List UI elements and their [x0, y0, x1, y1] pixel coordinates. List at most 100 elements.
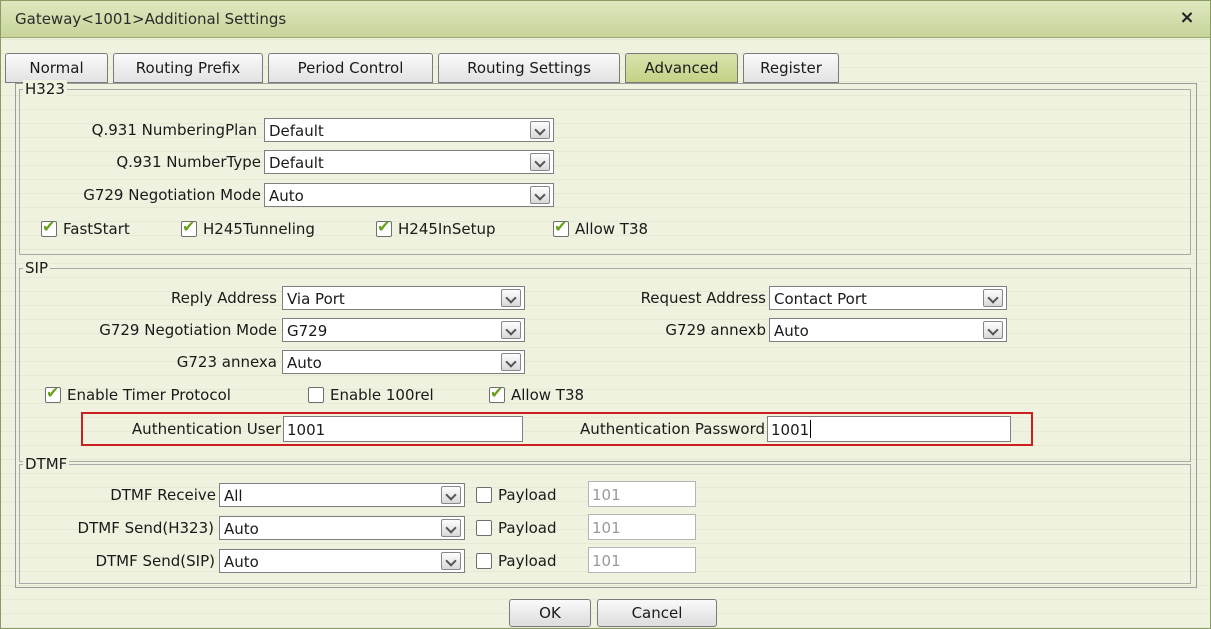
h245insetup-label: H245InSetup	[398, 220, 496, 238]
payload-value: 101	[592, 486, 621, 504]
h245tunneling-checkbox[interactable]: H245Tunneling	[181, 217, 315, 238]
g723-annexa-value: Auto	[287, 354, 322, 372]
chevron-down-icon[interactable]	[501, 353, 521, 371]
number-type-label: Q.931 NumberType	[116, 153, 261, 171]
chevron-down-icon[interactable]	[501, 289, 521, 307]
tab-normal[interactable]: Normal	[5, 53, 108, 83]
dtmf-receive-label: DTMF Receive	[110, 486, 216, 504]
chevron-down-icon[interactable]	[530, 153, 550, 171]
faststart-checkbox[interactable]: FastStart	[41, 217, 130, 238]
chevron-down-icon[interactable]	[983, 289, 1003, 307]
number-type-value: Default	[269, 154, 324, 172]
payload-label: Payload	[498, 519, 557, 537]
sip-allow-t38-label: Allow T38	[511, 386, 585, 404]
dialog-body: Normal Routing Prefix Period Control Rou…	[1, 38, 1210, 628]
dtmf-receive-select[interactable]: All	[219, 483, 465, 507]
chevron-down-icon[interactable]	[441, 486, 461, 504]
payload-value: 101	[592, 519, 621, 537]
timer-protocol-label: Enable Timer Protocol	[67, 386, 231, 404]
auth-user-label: Authentication User	[131, 420, 281, 438]
numbering-plan-label: Q.931 NumberingPlan	[91, 121, 257, 139]
checkbox-icon[interactable]	[476, 487, 492, 503]
tab-register[interactable]: Register	[743, 53, 839, 83]
tab-period-control[interactable]: Period Control	[268, 53, 433, 83]
checkbox-icon[interactable]	[45, 383, 61, 403]
checkbox-icon[interactable]	[308, 387, 324, 403]
dtmf-send-sip-value: Auto	[224, 553, 259, 571]
payload-value: 101	[592, 552, 621, 570]
sip-allow-t38-checkbox[interactable]: Allow T38	[489, 383, 585, 404]
payload-checkbox-sip[interactable]: Payload	[476, 552, 557, 570]
g723-annexa-select[interactable]: Auto	[282, 350, 525, 374]
auth-password-input[interactable]: 1001	[767, 416, 1011, 442]
dtmf-send-sip-label: DTMF Send(SIP)	[95, 552, 215, 570]
checkbox-icon[interactable]	[376, 217, 392, 237]
enable-100rel-label: Enable 100rel	[330, 386, 434, 404]
payload-label: Payload	[498, 552, 557, 570]
checkbox-icon[interactable]	[489, 383, 505, 403]
tab-routing-settings[interactable]: Routing Settings	[438, 53, 620, 83]
dtmf-send-h323-label: DTMF Send(H323)	[77, 519, 214, 537]
chevron-down-icon[interactable]	[983, 321, 1003, 339]
h323-allow-t38-checkbox[interactable]: Allow T38	[553, 217, 649, 238]
h323-allow-t38-label: Allow T38	[575, 220, 649, 238]
chevron-down-icon[interactable]	[441, 552, 461, 570]
payload-checkbox-h323[interactable]: Payload	[476, 519, 557, 537]
title-bar[interactable]: Gateway<1001>Additional Settings ×	[1, 1, 1210, 38]
h323-g729-mode-label: G729 Negotiation Mode	[83, 186, 261, 204]
checkbox-icon[interactable]	[41, 217, 57, 237]
checkbox-icon[interactable]	[476, 520, 492, 536]
chevron-down-icon[interactable]	[501, 321, 521, 339]
h245insetup-checkbox[interactable]: H245InSetup	[376, 217, 496, 238]
auth-password-value: 1001	[771, 421, 810, 439]
payload-input-receive[interactable]: 101	[588, 481, 696, 507]
h323-g729-mode-select[interactable]: Auto	[264, 183, 554, 207]
reply-address-select[interactable]: Via Port	[282, 286, 525, 310]
checkbox-icon[interactable]	[476, 553, 492, 569]
ok-button[interactable]: OK	[509, 599, 591, 627]
payload-input-h323[interactable]: 101	[588, 514, 696, 540]
auth-password-label: Authentication Password	[580, 420, 765, 438]
sip-legend: SIP	[23, 259, 50, 277]
sip-g729-mode-value: G729	[287, 322, 328, 340]
payload-checkbox-receive[interactable]: Payload	[476, 486, 557, 504]
tab-advanced[interactable]: Advanced	[625, 53, 738, 83]
h323-g729-mode-value: Auto	[269, 187, 304, 205]
dtmf-send-h323-value: Auto	[224, 520, 259, 538]
payload-label: Payload	[498, 486, 557, 504]
g729-annexb-select[interactable]: Auto	[769, 318, 1007, 342]
sip-g729-mode-label: G729 Negotiation Mode	[99, 321, 277, 339]
payload-input-sip[interactable]: 101	[588, 547, 696, 573]
numbering-plan-select[interactable]: Default	[264, 118, 554, 142]
dtmf-receive-value: All	[224, 487, 243, 505]
chevron-down-icon[interactable]	[530, 186, 550, 204]
text-cursor	[810, 420, 812, 438]
numbering-plan-value: Default	[269, 122, 324, 140]
dtmf-send-h323-select[interactable]: Auto	[219, 516, 465, 540]
close-icon[interactable]: ×	[1176, 7, 1198, 29]
auth-user-input[interactable]: 1001	[283, 416, 523, 442]
chevron-down-icon[interactable]	[441, 519, 461, 537]
enable-100rel-checkbox[interactable]: Enable 100rel	[308, 386, 434, 404]
checkbox-icon[interactable]	[553, 217, 569, 237]
sip-g729-mode-select[interactable]: G729	[282, 318, 525, 342]
settings-dialog: Gateway<1001>Additional Settings × Norma…	[0, 0, 1211, 629]
h323-legend: H323	[23, 80, 67, 98]
dialog-title: Gateway<1001>Additional Settings	[15, 10, 287, 28]
cancel-button[interactable]: Cancel	[597, 599, 717, 627]
h245tunneling-label: H245Tunneling	[203, 220, 315, 238]
chevron-down-icon[interactable]	[530, 121, 550, 139]
timer-protocol-checkbox[interactable]: Enable Timer Protocol	[45, 383, 231, 404]
number-type-select[interactable]: Default	[264, 150, 554, 174]
reply-address-value: Via Port	[287, 290, 345, 308]
tab-routing-prefix[interactable]: Routing Prefix	[113, 53, 263, 83]
request-address-value: Contact Port	[774, 290, 867, 308]
dtmf-send-sip-select[interactable]: Auto	[219, 549, 465, 573]
request-address-select[interactable]: Contact Port	[769, 286, 1007, 310]
faststart-label: FastStart	[63, 220, 130, 238]
dtmf-legend: DTMF	[23, 455, 70, 473]
request-address-label: Request Address	[640, 289, 766, 307]
checkbox-icon[interactable]	[181, 217, 197, 237]
g723-annexa-label: G723 annexa	[176, 353, 277, 371]
g729-annexb-label: G729 annexb	[665, 321, 766, 339]
